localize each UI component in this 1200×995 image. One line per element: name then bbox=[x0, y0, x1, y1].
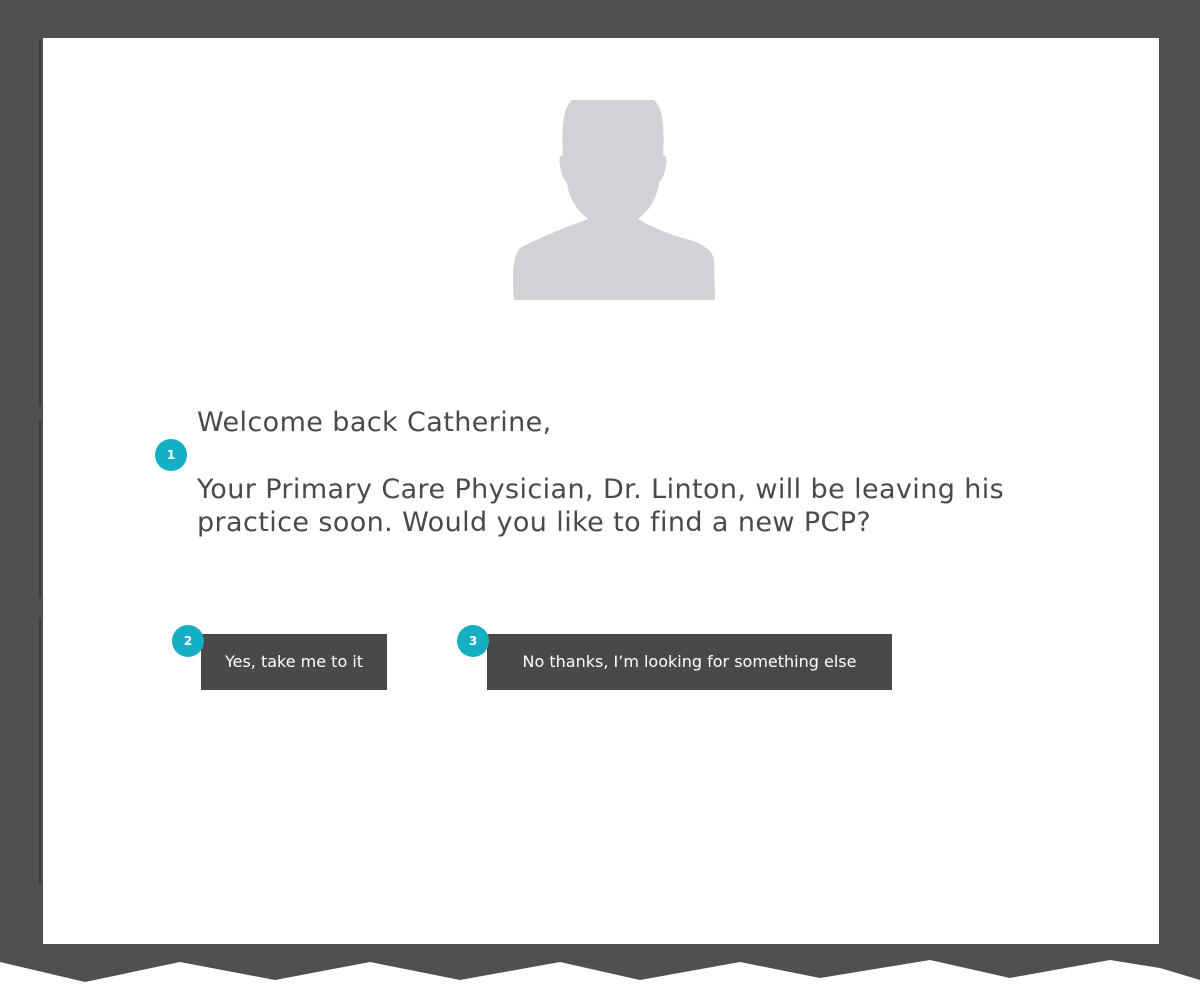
frame-edge-mark bbox=[39, 40, 41, 406]
frame-edge-mark bbox=[39, 618, 41, 884]
annotation-badge-3: 3 bbox=[457, 625, 489, 657]
person-silhouette-icon bbox=[512, 100, 715, 300]
no-thanks-button[interactable]: No thanks, I’m looking for something els… bbox=[487, 634, 892, 690]
pcp-message: Your Primary Care Physician, Dr. Linton,… bbox=[197, 474, 1005, 538]
yes-button[interactable]: Yes, take me to it bbox=[201, 634, 387, 690]
device-frame: Welcome back Catherine, 1 Your Primary C… bbox=[0, 0, 1200, 995]
annotation-badge-1: 1 bbox=[155, 439, 187, 471]
frame-edge-mark bbox=[39, 420, 41, 598]
annotation-badge-2: 2 bbox=[172, 625, 204, 657]
greeting-text: Welcome back Catherine, bbox=[197, 407, 552, 438]
